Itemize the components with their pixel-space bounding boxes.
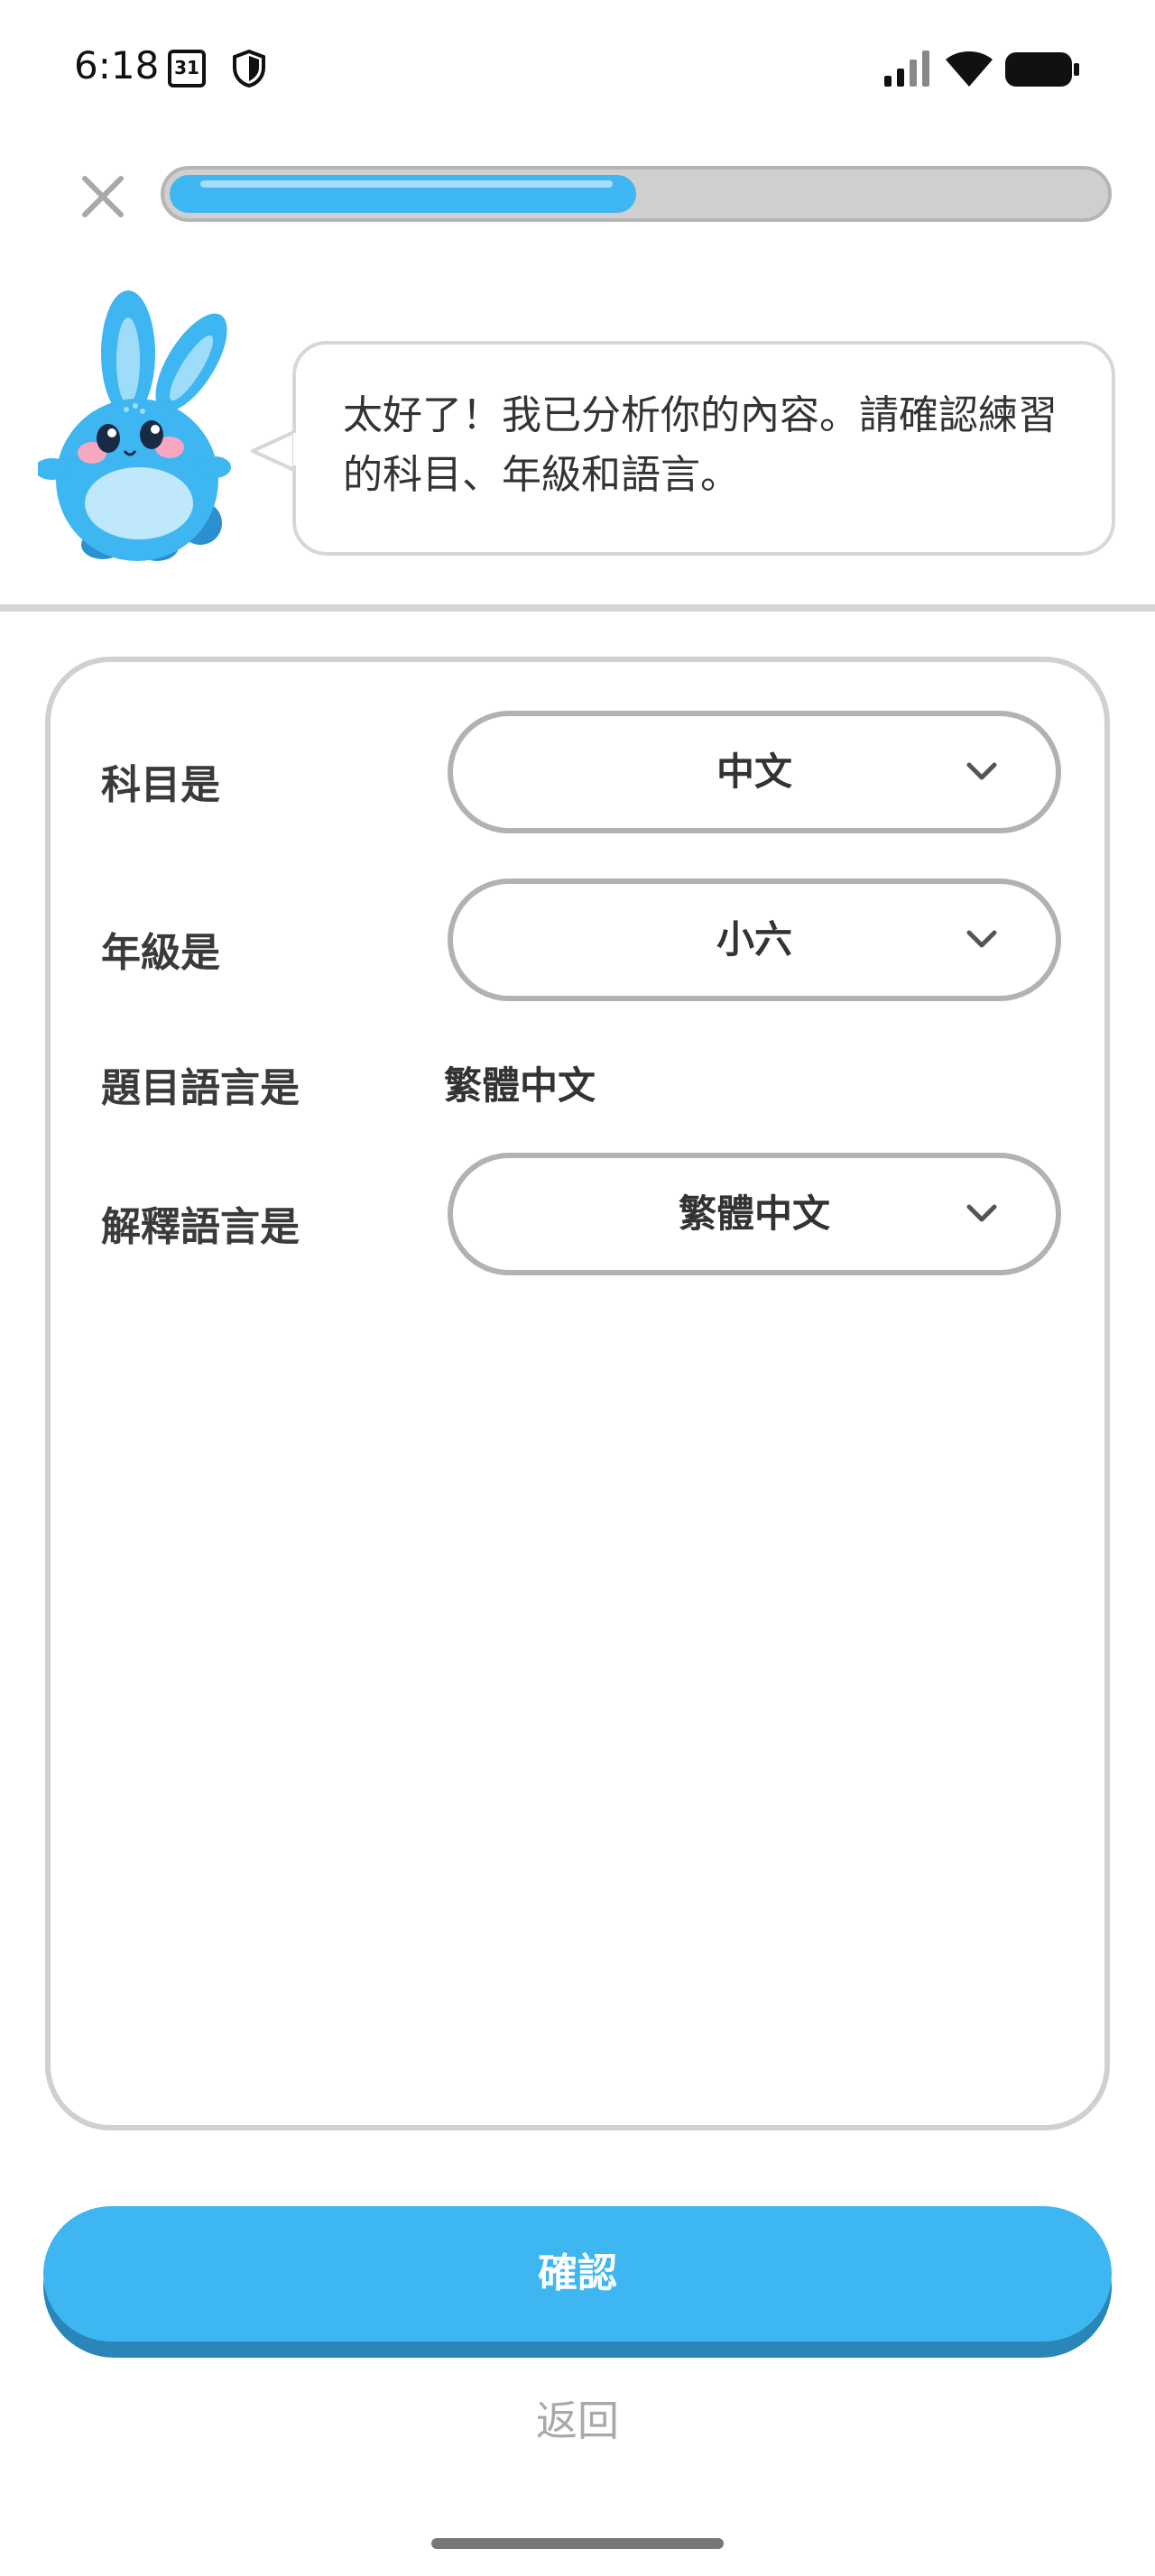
settings-card: 科目是 中文 年級是 小六 題目語言是 繁體中文 解釋語言是 繁體中文 (45, 657, 1110, 2130)
wifi-icon (946, 51, 993, 87)
subject-label: 科目是 (101, 762, 220, 808)
calendar-day: 31 (174, 57, 199, 78)
speech-bubble: 太好了！我已分析你的內容。請確認練習的科目、年級和語言。 (292, 341, 1115, 556)
progress-bar (161, 166, 1112, 222)
explanation-language-label: 解釋語言是 (101, 1204, 300, 1250)
chevron-down-icon (966, 762, 997, 780)
subject-select[interactable]: 中文 (448, 711, 1061, 833)
explanation-language-select[interactable]: 繁體中文 (448, 1153, 1061, 1275)
grade-select[interactable]: 小六 (448, 879, 1061, 1001)
calendar-icon: 31 (168, 50, 206, 87)
question-language-label: 題目語言是 (101, 1065, 300, 1111)
back-button[interactable]: 返回 (0, 2388, 1155, 2448)
signal-icon (884, 51, 929, 87)
chevron-down-icon (966, 1204, 997, 1222)
status-bar: 6:18 31 (0, 0, 1155, 135)
close-icon[interactable] (76, 170, 130, 224)
question-language-value: 繁體中文 (444, 1063, 596, 1108)
bubble-joint (293, 433, 299, 465)
progress-shine (200, 180, 613, 188)
mascot-message: 太好了！我已分析你的內容。請確認練習的科目、年級和語言。 (343, 392, 1058, 498)
rabbit-mascot-icon (38, 290, 231, 561)
confirm-button[interactable]: 確認 (43, 2206, 1112, 2341)
chevron-down-icon (966, 930, 997, 948)
battery-icon (1005, 52, 1079, 87)
status-time: 6:18 (74, 43, 160, 87)
home-indicator[interactable] (431, 2538, 724, 2549)
shield-icon (233, 49, 265, 88)
section-divider (0, 604, 1155, 612)
grade-label: 年級是 (101, 930, 220, 976)
